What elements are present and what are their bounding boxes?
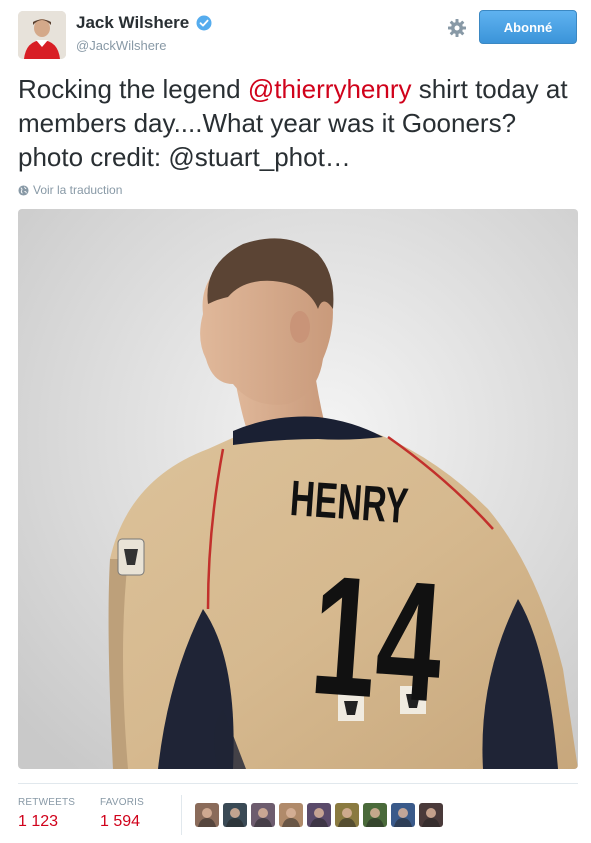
verified-badge-icon [196, 15, 212, 31]
stats-separator [181, 795, 182, 835]
favorites-count[interactable]: 1 594 [100, 813, 140, 831]
mention-link[interactable]: @thierryhenry [248, 74, 412, 104]
favoriter-avatar[interactable] [335, 803, 359, 827]
favoriter-avatar[interactable] [279, 803, 303, 827]
retweets-count[interactable]: 1 123 [18, 813, 58, 831]
favoriter-avatar[interactable] [363, 803, 387, 827]
tweet-photo[interactable]: HENRY 14 [18, 209, 578, 769]
avatar[interactable] [18, 11, 66, 59]
gear-icon[interactable] [447, 18, 467, 38]
stats-divider [18, 783, 578, 784]
favoriter-avatar[interactable] [391, 803, 415, 827]
globe-icon [18, 184, 29, 196]
favoriter-avatar[interactable] [195, 803, 219, 827]
follow-button[interactable]: Abonné [479, 10, 577, 44]
translate-link[interactable]: Voir la traduction [18, 183, 122, 197]
user-handle[interactable]: @JackWilshere [76, 38, 167, 53]
favoriters-list [195, 803, 443, 827]
retweets-label: RETWEETS [18, 797, 76, 808]
favoriter-avatar[interactable] [223, 803, 247, 827]
favorites-label: FAVORIS [100, 797, 145, 808]
shirt-name: HENRY [288, 470, 410, 534]
translate-label: Voir la traduction [33, 183, 123, 197]
tweet-text: Rocking the legend @thierryhenry shirt t… [18, 72, 578, 174]
favoriter-avatar[interactable] [251, 803, 275, 827]
favoriter-avatar[interactable] [307, 803, 331, 827]
favoriter-avatar[interactable] [419, 803, 443, 827]
display-name[interactable]: Jack Wilshere [76, 13, 189, 33]
tweet-text-start: Rocking the legend [18, 74, 248, 104]
shirt-number: 14 [306, 540, 449, 739]
